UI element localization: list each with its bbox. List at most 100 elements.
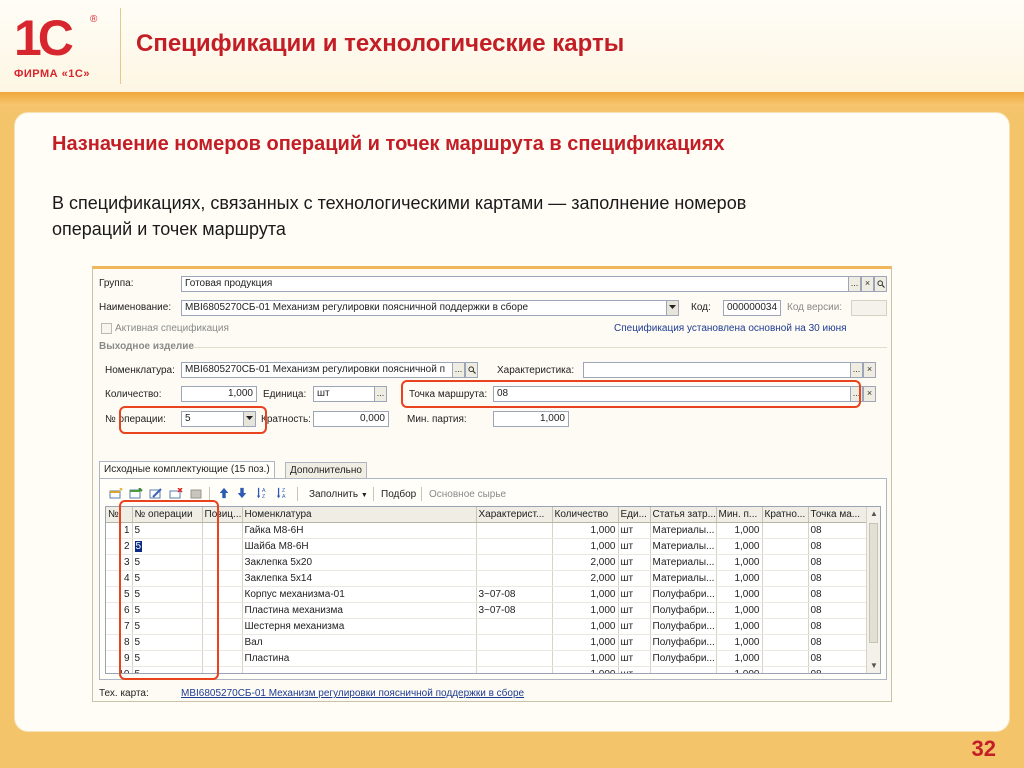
table-cell[interactable]: шт xyxy=(618,522,651,539)
raw-material-button[interactable]: Основное сырье xyxy=(429,489,506,500)
table-cell[interactable]: шт xyxy=(618,650,651,667)
nomenclature-search-button[interactable] xyxy=(465,362,478,378)
tech-card-link[interactable]: МВI6805270СБ-01 Механизм регулировки поя… xyxy=(181,688,524,699)
table-cell[interactable] xyxy=(762,522,809,539)
table-cell[interactable]: Вал xyxy=(242,634,477,651)
table-cell[interactable] xyxy=(476,570,553,587)
table-cell[interactable] xyxy=(476,538,553,555)
table-cell[interactable]: Полуфабри... xyxy=(650,650,717,667)
table-cell[interactable]: Пластина xyxy=(242,650,477,667)
quantity-field[interactable]: 1,000 xyxy=(181,386,257,402)
table-cell[interactable] xyxy=(476,650,553,667)
table-cell[interactable]: шт xyxy=(618,586,651,603)
table-cell[interactable]: 1,000 xyxy=(716,666,763,673)
table-row[interactable]: 8 5 Вал 1,000 шт Полуфабри... 1,000 08 xyxy=(106,634,869,651)
delete-row-icon[interactable] xyxy=(169,488,183,500)
table-cell[interactable]: Заклепка 5х14 xyxy=(242,570,477,587)
table-cell[interactable]: 1,000 xyxy=(716,554,763,571)
table-cell[interactable]: 1,000 xyxy=(716,586,763,603)
table-cell[interactable]: 2,000 xyxy=(552,554,619,571)
table-cell[interactable]: Заклепка 5х20 xyxy=(242,554,477,571)
version-field[interactable] xyxy=(851,300,887,316)
move-down-icon[interactable] xyxy=(235,487,249,499)
table-cell[interactable] xyxy=(762,586,809,603)
table-cell[interactable]: 1,000 xyxy=(716,522,763,539)
nomenclature-select-button[interactable]: ... xyxy=(452,362,465,378)
table-cell[interactable]: 08 xyxy=(808,634,869,651)
table-cell[interactable] xyxy=(476,634,553,651)
characteristic-field[interactable] xyxy=(583,362,851,378)
table-cell[interactable]: Полуфабри... xyxy=(650,602,717,619)
column-header[interactable]: Номенклатура xyxy=(242,507,477,523)
column-header[interactable]: Кратно... xyxy=(762,507,809,523)
table-cell[interactable]: Материалы... xyxy=(650,538,717,555)
table-cell[interactable] xyxy=(762,666,809,673)
table-cell[interactable] xyxy=(762,554,809,571)
table-cell[interactable] xyxy=(762,634,809,651)
table-row[interactable]: 10 5 1,000 шт 1,000 08 xyxy=(106,666,869,673)
table-cell[interactable]: Полуфабри... xyxy=(650,618,717,635)
scroll-up-icon[interactable]: ▲ xyxy=(867,507,880,521)
column-header[interactable]: Характерист... xyxy=(476,507,553,523)
name-dropdown-button[interactable] xyxy=(666,300,679,316)
table-cell[interactable] xyxy=(762,538,809,555)
table-cell[interactable]: 08 xyxy=(808,570,869,587)
table-cell[interactable]: 1,000 xyxy=(552,634,619,651)
scroll-down-icon[interactable]: ▼ xyxy=(867,659,880,673)
edit-row-icon[interactable] xyxy=(149,488,163,500)
characteristic-select-button[interactable]: ... xyxy=(850,362,863,378)
scroll-thumb[interactable] xyxy=(869,523,878,643)
table-cell[interactable]: 1,000 xyxy=(716,618,763,635)
table-cell[interactable]: 1,000 xyxy=(716,650,763,667)
table-row[interactable]: 7 5 Шестерня механизма 1,000 шт Полуфабри... 1… xyxy=(106,618,869,635)
table-cell[interactable]: 1,000 xyxy=(716,602,763,619)
table-cell[interactable]: 1,000 xyxy=(716,538,763,555)
table-cell[interactable] xyxy=(650,666,717,673)
fill-button[interactable]: Заполнить ▼ xyxy=(309,489,368,500)
table-cell[interactable]: Пластина механизма xyxy=(242,602,477,619)
table-scrollbar[interactable]: ▲ ▼ xyxy=(866,507,880,673)
table-cell[interactable]: Материалы... xyxy=(650,522,717,539)
table-row[interactable]: 4 5 Заклепка 5х14 2,000 шт Материалы... 1,000 0… xyxy=(106,570,869,587)
table-cell[interactable]: 08 xyxy=(808,522,869,539)
table-cell[interactable]: 08 xyxy=(808,586,869,603)
table-cell[interactable]: 3~07-08 xyxy=(476,586,553,603)
group-field[interactable]: Готовая продукция xyxy=(181,276,850,292)
table-row[interactable]: 5 5 Корпус механизма-01 3~07-08 1,000 шт Полуф… xyxy=(106,586,869,603)
name-field[interactable]: МВI6805270СБ-01 Механизм регулировки поя… xyxy=(181,300,667,316)
code-field[interactable]: 000000034 xyxy=(723,300,781,316)
table-cell[interactable]: шт xyxy=(618,618,651,635)
table-cell[interactable]: Шайба М8-6Н xyxy=(242,538,477,555)
table-cell[interactable]: 1,000 xyxy=(552,522,619,539)
table-cell[interactable]: 3~07-08 xyxy=(476,602,553,619)
characteristic-clear-button[interactable]: × xyxy=(863,362,876,378)
table-cell[interactable]: шт xyxy=(618,666,651,673)
move-up-icon[interactable] xyxy=(217,487,231,499)
table-row[interactable]: 6 5 Пластина механизма 3~07-08 1,000 шт Полуфа… xyxy=(106,602,869,619)
table-cell[interactable]: 1,000 xyxy=(552,538,619,555)
table-cell[interactable]: 08 xyxy=(808,602,869,619)
table-cell[interactable]: шт xyxy=(618,538,651,555)
table-row[interactable]: 2 5 Шайба М8-6Н 1,000 шт Материалы... 1,000 08 xyxy=(106,538,869,555)
table-cell[interactable]: 08 xyxy=(808,666,869,673)
table-cell[interactable] xyxy=(476,522,553,539)
table-cell[interactable] xyxy=(476,666,553,673)
sort-ascending-icon[interactable]: AZ xyxy=(255,487,269,499)
unit-select-button[interactable]: ... xyxy=(374,386,387,402)
unit-field[interactable]: шт xyxy=(313,386,375,402)
table-cell[interactable]: 1,000 xyxy=(552,586,619,603)
table-cell[interactable]: 1,000 xyxy=(716,570,763,587)
table-cell[interactable]: Материалы... xyxy=(650,554,717,571)
route-point-clear-button[interactable]: × xyxy=(863,386,876,402)
table-cell[interactable] xyxy=(476,554,553,571)
column-header[interactable]: Точка ма... xyxy=(808,507,869,523)
column-header[interactable]: Еди... xyxy=(618,507,651,523)
table-cell[interactable]: Корпус механизма-01 xyxy=(242,586,477,603)
table-cell[interactable]: Гайка М8-6Н xyxy=(242,522,477,539)
table-cell[interactable]: 1,000 xyxy=(552,618,619,635)
tab-components[interactable]: Исходные комплектующие (15 поз.) xyxy=(99,461,275,478)
table-cell[interactable] xyxy=(762,570,809,587)
table-cell[interactable] xyxy=(476,618,553,635)
table-cell[interactable] xyxy=(762,602,809,619)
table-row[interactable]: 9 5 Пластина 1,000 шт Полуфабри... 1,000 08 xyxy=(106,650,869,667)
